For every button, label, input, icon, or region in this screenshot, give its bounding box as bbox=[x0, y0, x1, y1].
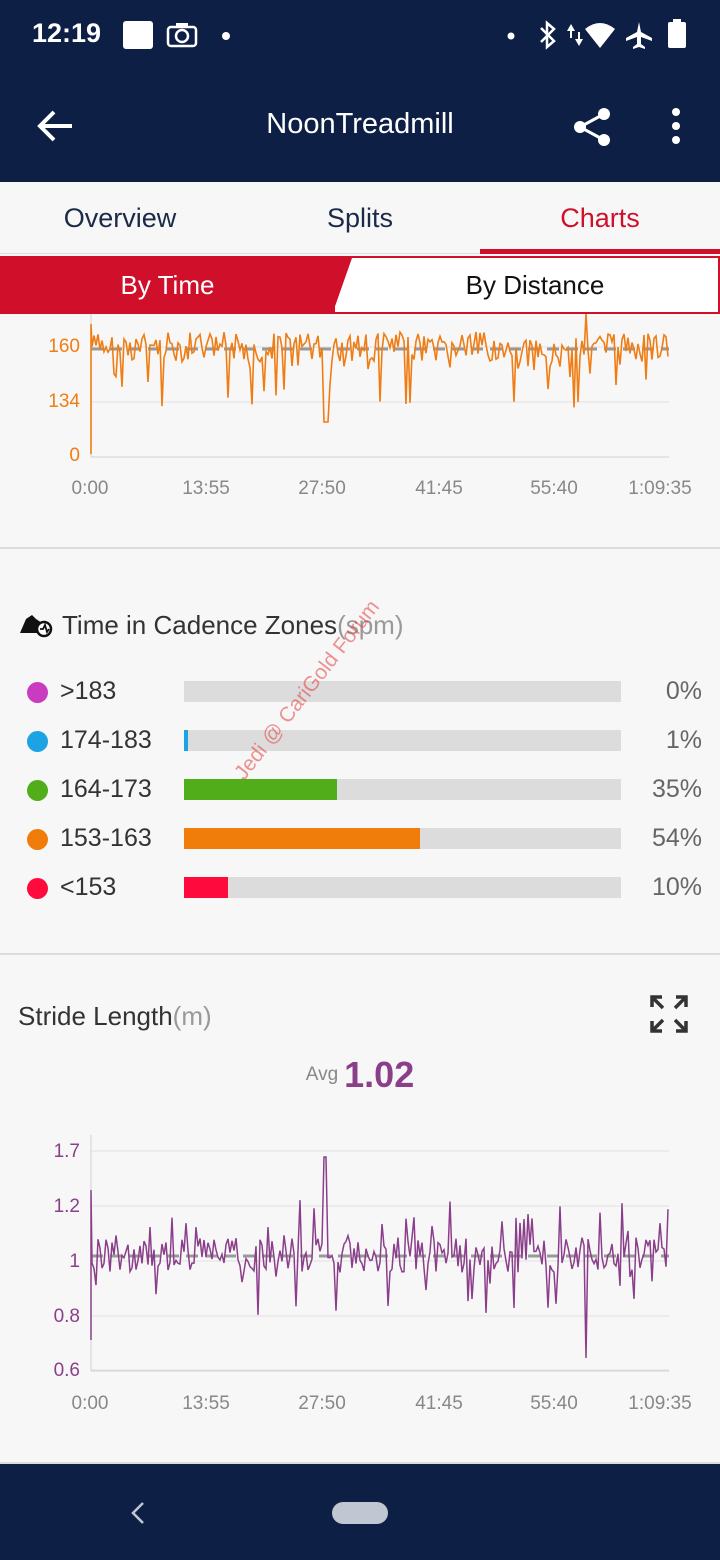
cadence-zone-row: <153 10% bbox=[0, 868, 720, 908]
zone-color-dot bbox=[27, 780, 48, 801]
tab-charts[interactable]: Charts bbox=[480, 182, 720, 254]
stride-x-tick: 41:45 bbox=[415, 1393, 463, 1414]
stride-y-tick: 0.8 bbox=[53, 1306, 80, 1327]
zone-label: 164-173 bbox=[60, 775, 152, 803]
zone-label: <153 bbox=[60, 873, 117, 901]
zone-color-dot bbox=[27, 829, 48, 850]
square-notification-icon bbox=[123, 21, 153, 49]
stride-y-tick: 1.2 bbox=[53, 1196, 80, 1217]
cadence-x-tick: 41:45 bbox=[415, 478, 463, 499]
zone-color-dot bbox=[27, 878, 48, 899]
app-bar: NoonTreadmill bbox=[0, 72, 720, 182]
zone-color-dot bbox=[27, 682, 48, 703]
chevron-left-icon[interactable] bbox=[128, 1500, 148, 1526]
cadence-zone-row: 174-183 1% bbox=[0, 721, 720, 761]
dot-icon bbox=[507, 32, 515, 40]
running-shoe-icon bbox=[20, 615, 53, 638]
data-arrows-icon bbox=[567, 24, 583, 46]
active-tab-indicator bbox=[480, 249, 720, 254]
system-nav-bar bbox=[0, 1464, 720, 1560]
zone-bar-fill bbox=[184, 730, 189, 751]
cadence-y-tick: 0 bbox=[69, 445, 80, 466]
stride-x-tick: 0:00 bbox=[71, 1393, 109, 1414]
cadence-zone-row: >183 0% bbox=[0, 672, 720, 712]
camera-icon bbox=[166, 23, 198, 48]
zone-percent: 0% bbox=[665, 677, 702, 705]
stride-x-tick: 55:40 bbox=[530, 1393, 578, 1414]
cadence-y-tick: 134 bbox=[48, 391, 80, 412]
dot-icon bbox=[222, 32, 230, 40]
airplane-icon bbox=[626, 22, 652, 49]
tab-overview[interactable]: Overview bbox=[0, 182, 240, 254]
stride-average: Avg 1.02 bbox=[0, 1054, 720, 1096]
cadence-zone-row: 164-173 35% bbox=[0, 770, 720, 810]
more-vert-icon[interactable] bbox=[666, 106, 686, 148]
cadence-zone-row: 153-163 54% bbox=[0, 819, 720, 859]
page-title: NoonTreadmill bbox=[266, 108, 454, 140]
by-distance-button[interactable]: By Distance bbox=[352, 258, 718, 312]
zone-bar-track bbox=[184, 828, 621, 849]
by-time-button[interactable]: By Time bbox=[0, 256, 335, 314]
bluetooth-icon bbox=[540, 20, 556, 50]
zone-bar-fill bbox=[184, 828, 420, 849]
cadence-trace bbox=[90, 314, 669, 454]
avg-label: Avg bbox=[305, 1064, 339, 1085]
cadence-x-tick: 1:09:35 bbox=[628, 478, 692, 499]
status-time: 12:19 bbox=[32, 18, 102, 48]
zone-bar-fill bbox=[184, 877, 228, 898]
tab-splits[interactable]: Splits bbox=[240, 182, 480, 254]
cadence-chart bbox=[90, 314, 669, 458]
zone-label: 153-163 bbox=[60, 824, 152, 852]
wifi-icon bbox=[585, 23, 615, 48]
stride-y-tick: 1.7 bbox=[53, 1141, 80, 1162]
stride-x-tick: 1:09:35 bbox=[628, 1393, 692, 1414]
cadence-x-tick: 27:50 bbox=[298, 478, 346, 499]
zone-label: 174-183 bbox=[60, 726, 152, 754]
cadence-zones-title-text: Time in Cadence Zones bbox=[62, 610, 338, 640]
cadence-x-tick: 13:55 bbox=[182, 478, 230, 499]
stride-length-card: Stride Length(m) 1.7 1.2 1 0.8 0.6 0:00 … bbox=[0, 955, 720, 1464]
cadence-chart-card: 160 134 0 0:00 13:55 27:50 41:45 55:40 1… bbox=[0, 314, 720, 546]
status-bar: 12:19 bbox=[0, 0, 720, 72]
battery-icon bbox=[668, 19, 686, 48]
cadence-y-tick: 160 bbox=[48, 336, 80, 357]
zone-percent: 35% bbox=[651, 775, 702, 803]
zone-percent: 10% bbox=[651, 873, 702, 901]
cadence-x-tick: 55:40 bbox=[530, 478, 578, 499]
home-pill-icon[interactable] bbox=[332, 1502, 388, 1524]
zone-bar-track bbox=[184, 681, 621, 702]
zone-bar-fill bbox=[184, 779, 337, 800]
avg-value: 1.02 bbox=[344, 1054, 415, 1095]
stride-length-chart bbox=[90, 1135, 669, 1372]
stride-x-tick: 13:55 bbox=[182, 1393, 230, 1414]
zone-percent: 54% bbox=[651, 824, 702, 852]
share-icon[interactable] bbox=[572, 106, 612, 148]
stride-y-tick: 0.6 bbox=[53, 1360, 80, 1381]
stride-x-tick: 27:50 bbox=[298, 1393, 346, 1414]
zone-bar-track bbox=[184, 877, 621, 898]
cadence-x-tick: 0:00 bbox=[71, 478, 109, 499]
stride-y-tick: 1 bbox=[69, 1251, 80, 1272]
tab-bar: Overview Splits Charts bbox=[0, 182, 720, 254]
time-distance-toggle: By Time By Distance bbox=[0, 256, 720, 314]
zone-color-dot bbox=[27, 731, 48, 752]
zone-label: >183 bbox=[60, 677, 117, 705]
zone-percent: 1% bbox=[665, 726, 702, 754]
